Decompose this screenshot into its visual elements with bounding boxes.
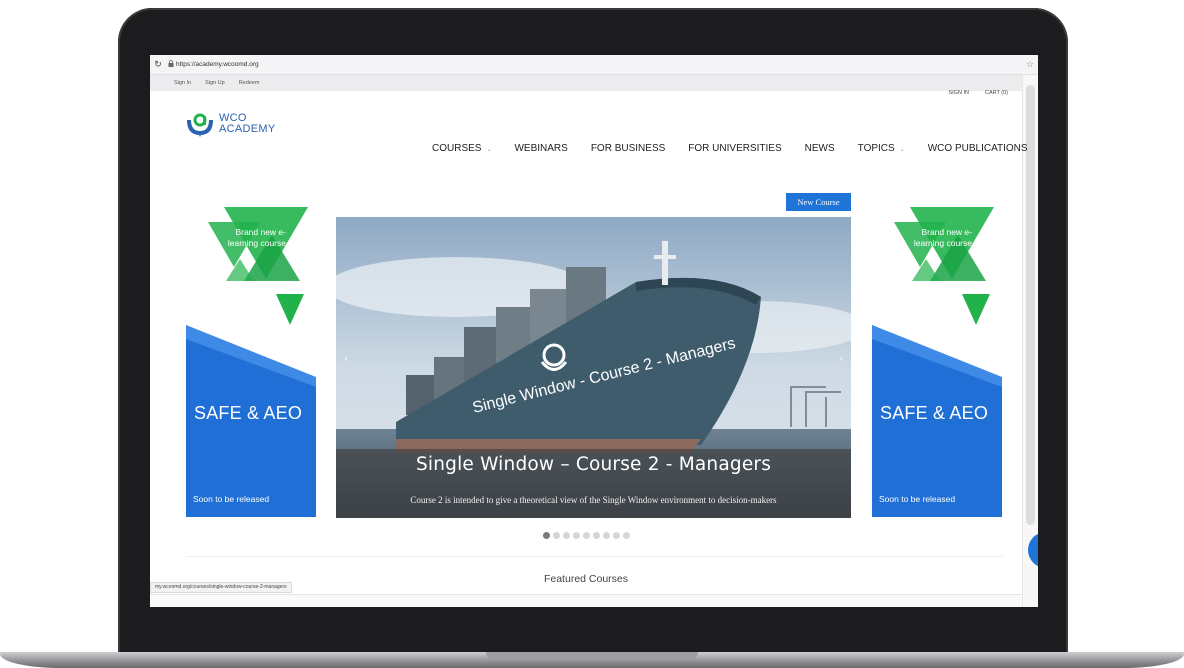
bookmark-star-icon[interactable]: ☆ bbox=[1022, 59, 1038, 70]
header-account-links: SIGN IN CART (0) bbox=[948, 90, 1008, 96]
browser-window: ↻ https://academy.wcoomd.org ☆ Sign In S… bbox=[150, 55, 1038, 607]
laptop-notch bbox=[486, 652, 698, 660]
carousel-prev-arrow[interactable]: ‹ bbox=[340, 353, 352, 363]
nav-topics-label: TOPICS bbox=[857, 143, 895, 154]
cart-link[interactable]: CART (0) bbox=[985, 90, 1008, 96]
green-triangles-graphic bbox=[208, 207, 308, 325]
slide-subtitle: Course 2 is intended to give a theoretic… bbox=[410, 495, 777, 505]
topbar-redeem-link[interactable]: Redeem bbox=[239, 80, 260, 86]
carousel-dot[interactable] bbox=[593, 532, 600, 539]
account-topbar: Sign In Sign Up Redeem bbox=[150, 75, 1022, 91]
green-triangles-graphic bbox=[894, 207, 994, 325]
status-bar-url: my.wcoomd.org/courses/single-window-cour… bbox=[150, 582, 292, 593]
lock-icon bbox=[166, 60, 176, 69]
carousel-dot[interactable] bbox=[563, 532, 570, 539]
section-divider bbox=[186, 556, 1004, 557]
chevron-down-icon: ⌄ bbox=[899, 147, 905, 153]
carousel-next-arrow[interactable]: › bbox=[835, 353, 847, 363]
wco-logo-icon bbox=[186, 111, 214, 137]
safe-aeo-title: SAFE & AEO bbox=[880, 403, 989, 423]
carousel-dot[interactable] bbox=[573, 532, 580, 539]
nav-for-universities[interactable]: FOR UNIVERSITIES bbox=[688, 143, 804, 154]
soon-released-text: Soon to be released bbox=[193, 494, 270, 504]
safe-aeo-title: SAFE & AEO bbox=[194, 403, 303, 423]
course-list-strip bbox=[150, 594, 1022, 607]
nav-for-business[interactable]: FOR BUSINESS bbox=[591, 143, 688, 154]
carousel-dot[interactable] bbox=[583, 532, 590, 539]
promo-text: Brand new e-learning course bbox=[227, 227, 286, 248]
carousel-dot[interactable] bbox=[613, 532, 620, 539]
main-navigation: COURSES ⌄ WEBINARS FOR BUSINESS FOR UNIVE… bbox=[432, 143, 1038, 154]
header-sign-in-link[interactable]: SIGN IN bbox=[948, 90, 968, 96]
promo-text: Brand new e-learning course bbox=[913, 227, 972, 248]
nav-webinars[interactable]: WEBINARS bbox=[514, 143, 590, 154]
nav-courses-label: COURSES bbox=[432, 143, 482, 154]
safe-aeo-ad-right[interactable]: Brand new e-learning course SAFE & AEO S… bbox=[872, 207, 1002, 517]
topbar-sign-up-link[interactable]: Sign Up bbox=[205, 80, 225, 86]
carousel-dot[interactable] bbox=[553, 532, 560, 539]
reload-icon[interactable]: ↻ bbox=[150, 59, 166, 70]
nav-wco-publications[interactable]: WCO PUBLICATIONS bbox=[928, 143, 1038, 154]
carousel-dot[interactable] bbox=[603, 532, 610, 539]
carousel-indicators bbox=[543, 532, 630, 539]
new-course-button[interactable]: New Course bbox=[786, 193, 851, 211]
slide-title[interactable]: Single Window – Course 2 - Managers bbox=[336, 454, 851, 475]
nav-topics[interactable]: TOPICS ⌄ bbox=[858, 143, 928, 154]
safe-aeo-ad-left[interactable]: Brand new e-learning course SAFE & AEO S… bbox=[186, 207, 316, 517]
browser-toolbar: ↻ https://academy.wcoomd.org ☆ bbox=[150, 55, 1038, 75]
nav-courses[interactable]: COURSES ⌄ bbox=[432, 143, 514, 154]
carousel-dot[interactable] bbox=[543, 532, 550, 539]
carousel-dot[interactable] bbox=[623, 532, 630, 539]
wco-academy-logo[interactable]: WCO ACADEMY bbox=[186, 111, 276, 137]
logo-academy-text: ACADEMY bbox=[219, 123, 276, 135]
chevron-down-icon: ⌄ bbox=[486, 147, 492, 153]
topbar-sign-in-link[interactable]: Sign In bbox=[174, 80, 191, 86]
hero-carousel[interactable]: Single Window - Course 2 - Managers ‹ › … bbox=[336, 217, 851, 518]
address-bar[interactable]: https://academy.wcoomd.org bbox=[176, 61, 1022, 68]
nav-news[interactable]: NEWS bbox=[805, 143, 858, 154]
soon-released-text: Soon to be released bbox=[879, 494, 956, 504]
page-scrollbar[interactable] bbox=[1022, 75, 1038, 607]
